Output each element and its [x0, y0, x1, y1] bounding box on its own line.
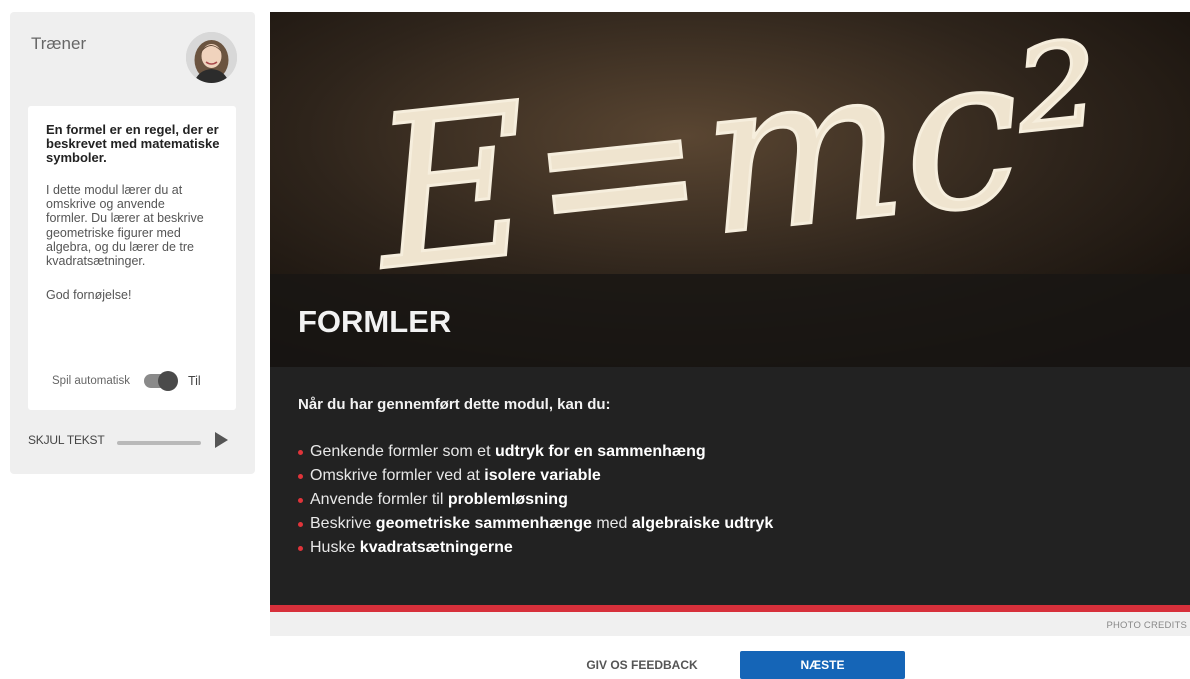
objective-item: Anvende formler til problemløsning	[298, 488, 1190, 512]
intro-body: I dette modul lærer du at omskrive og an…	[46, 183, 204, 269]
hero-image: E=mc² FORMLER	[270, 12, 1190, 367]
objective-item: Genkende formler som et udtryk for en sa…	[298, 440, 1190, 464]
bullet-icon	[298, 545, 303, 551]
intro-greeting: God fornøjelse!	[46, 288, 132, 303]
credits-bar: PHOTO CREDITS	[270, 612, 1190, 636]
accent-strip	[270, 605, 1190, 612]
autoplay-label: Spil automatisk	[52, 375, 130, 387]
autoplay-state: Til	[187, 374, 201, 388]
module-title: FORMLER	[298, 304, 452, 339]
objective-item: Beskrive geometriske sammenhænge med alg…	[298, 512, 1190, 536]
objective-emphasis: isolere variable	[484, 467, 601, 484]
objectives-intro: Når du har gennemført dette modul, kan d…	[298, 396, 611, 413]
objective-text: Huske	[310, 539, 360, 556]
trainer-text-card: En formel er en regel, der er beskrevet …	[28, 106, 236, 410]
audio-progress-track[interactable]	[116, 441, 201, 445]
objective-item: Huske kvadratsætningerne	[298, 536, 1190, 560]
feedback-button[interactable]: GIV OS FEEDBACK	[570, 658, 714, 672]
trainer-title: Træner	[31, 34, 87, 53]
hide-text-button[interactable]: SKJUL TEKST	[28, 433, 105, 447]
objective-text: Genkende formler som et	[310, 443, 495, 460]
next-button[interactable]: NÆSTE	[740, 651, 905, 679]
play-icon[interactable]	[214, 432, 228, 448]
objective-text: Beskrive	[310, 515, 376, 532]
bullet-icon	[298, 521, 303, 527]
bullet-icon	[298, 473, 303, 479]
trainer-panel: Træner En formel er en regel, der er bes…	[10, 12, 255, 474]
autoplay-toggle[interactable]	[143, 371, 178, 391]
objective-emphasis: algebraiske udtryk	[631, 515, 774, 532]
audio-controls: SKJUL TEKST	[28, 432, 228, 448]
objectives-list: Genkende formler som et udtryk for en sa…	[298, 440, 1190, 560]
objective-emphasis: geometriske sammenhænge	[375, 515, 592, 532]
toggle-knob	[157, 371, 178, 391]
objective-text: Anvende formler til	[310, 491, 448, 508]
intro-heading: En formel er en regel, der er beskrevet …	[46, 122, 220, 165]
bullet-icon	[298, 497, 303, 503]
objective-emphasis: udtryk for en sammenhæng	[494, 443, 706, 460]
objective-text: med	[591, 515, 632, 532]
objective-text: Omskrive formler ved at	[310, 467, 485, 484]
bullet-icon	[298, 449, 303, 455]
autoplay-row: Spil automatisk Til	[52, 371, 201, 391]
objective-emphasis: problemløsning	[447, 491, 568, 508]
objective-emphasis: kvadratsætningerne	[359, 539, 513, 556]
photo-credits-link[interactable]: PHOTO CREDITS	[1106, 620, 1187, 631]
learning-objectives: Når du har gennemført dette modul, kan d…	[270, 367, 1190, 605]
objective-item: Omskrive formler ved at isolere variable	[298, 464, 1190, 488]
trainer-avatar	[186, 32, 237, 83]
